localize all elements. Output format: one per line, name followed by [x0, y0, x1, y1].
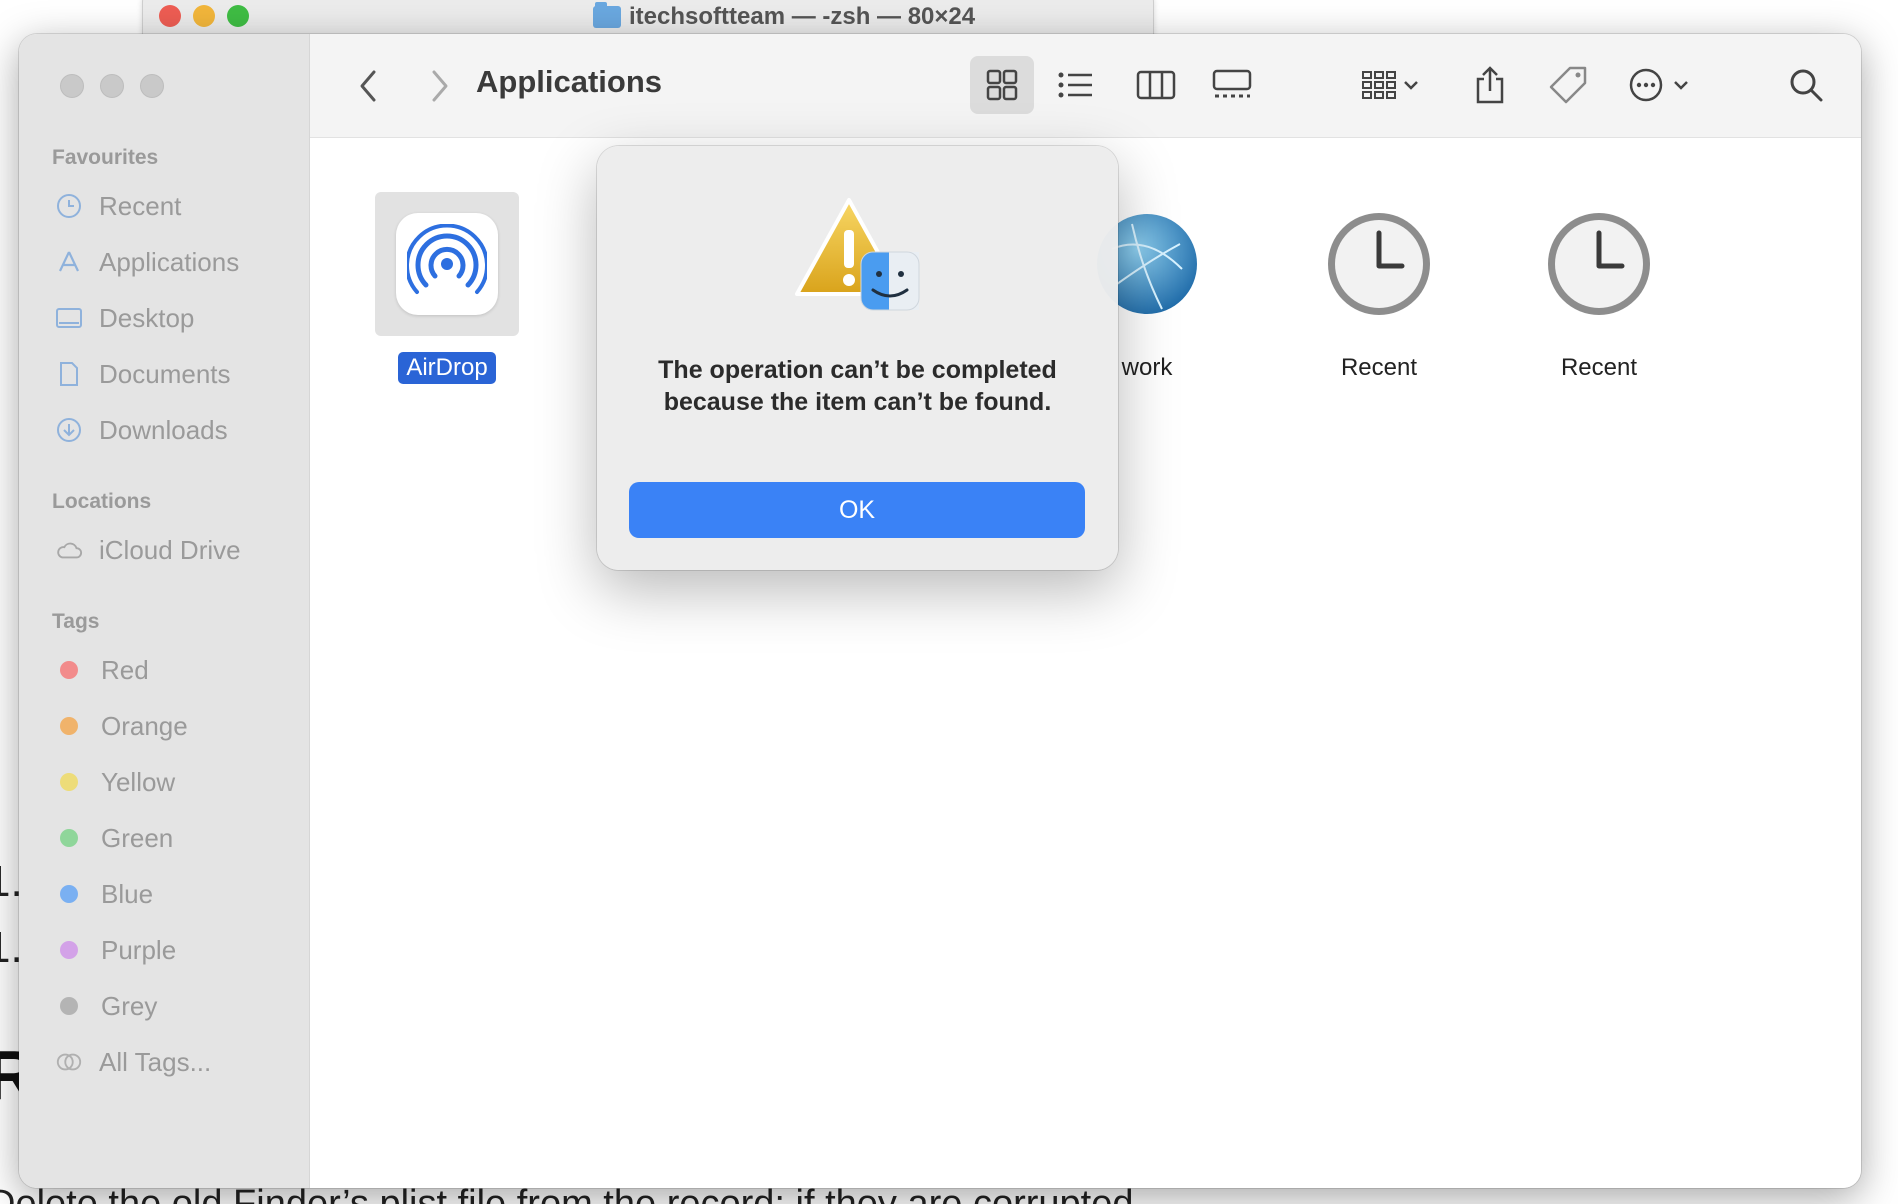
icon-view-button[interactable] [970, 56, 1034, 114]
tag-color-dot [60, 717, 78, 735]
sidebar-section-favourites: Favourites [52, 146, 159, 169]
tag-color-dot [60, 885, 78, 903]
sidebar-tag-purple[interactable]: Purple [55, 930, 295, 970]
cloud-icon [55, 536, 83, 564]
gallery-view-button[interactable] [1200, 56, 1264, 114]
sidebar-item-recent[interactable]: Recent [55, 186, 295, 226]
tags-icon [55, 1048, 83, 1076]
sidebar-item-label: Applications [99, 246, 240, 277]
clock-icon [1519, 192, 1679, 336]
applications-icon [55, 248, 83, 276]
search-button[interactable] [1776, 56, 1836, 114]
download-icon [55, 416, 83, 444]
tag-color-dot [60, 661, 78, 679]
ok-button[interactable]: OK [629, 482, 1085, 538]
file-item-label: AirDrop [398, 352, 496, 384]
close-button[interactable] [60, 74, 84, 98]
terminal-title: itechsoftteam — -zsh — 80×24 [593, 2, 975, 31]
columns-icon [1136, 70, 1176, 100]
file-item-label: Recent [1560, 354, 1638, 381]
sidebar-tag-blue[interactable]: Blue [55, 874, 295, 914]
tag-color-dot [60, 941, 78, 959]
search-icon [1790, 69, 1823, 102]
file-item-recent[interactable]: Recent [1299, 192, 1459, 384]
gallery-icon [1212, 69, 1252, 98]
sidebar-tag-green[interactable]: Green [55, 818, 295, 858]
tag-icon [1549, 66, 1587, 104]
grid-icon [986, 69, 1018, 101]
chevron-right-icon [432, 70, 448, 102]
finder-window: Favourites Recent Applications Desktop D… [19, 34, 1861, 1188]
sidebar-item-all-tags[interactable]: All Tags... [55, 1042, 295, 1082]
sidebar-item-label: Blue [101, 878, 154, 909]
chevron-left-icon [360, 70, 376, 102]
file-item-recent[interactable]: Recent [1519, 192, 1679, 384]
folder-icon [593, 2, 621, 28]
sidebar-item-label: Recent [99, 190, 182, 221]
alert-dialog: The operation can’t be completed because… [597, 146, 1118, 570]
group-icon [1362, 71, 1418, 99]
warning-icon [793, 194, 921, 314]
list-icon [1058, 72, 1092, 98]
clock-icon [55, 192, 83, 220]
sidebar-item-label: Orange [101, 710, 188, 741]
desktop-icon [55, 304, 83, 332]
sidebar-item-label: Documents [99, 358, 231, 389]
forward-button[interactable] [420, 66, 460, 106]
sidebar-section-locations: Locations [52, 490, 152, 513]
sidebar-item-label: Grey [101, 990, 158, 1021]
tag-color-dot [60, 997, 78, 1015]
sidebar-item-documents[interactable]: Documents [55, 354, 295, 394]
sidebar-item-label: Desktop [99, 302, 195, 333]
file-item-label: work [1121, 354, 1173, 381]
zoom-button[interactable] [140, 74, 164, 98]
sidebar-tag-orange[interactable]: Orange [55, 706, 295, 746]
tag-color-dot [60, 773, 78, 791]
tag-color-dot [60, 829, 78, 847]
sidebar-item-icloud-drive[interactable]: iCloud Drive [55, 530, 295, 570]
sidebar-item-downloads[interactable]: Downloads [55, 410, 295, 450]
file-item-airdrop[interactable]: AirDrop [367, 192, 527, 384]
sidebar-item-desktop[interactable]: Desktop [55, 298, 295, 338]
clock-icon [1299, 192, 1459, 336]
group-button[interactable] [1350, 56, 1430, 114]
share-icon [1476, 66, 1504, 104]
action-button[interactable] [1620, 56, 1700, 114]
sidebar-item-label: Downloads [99, 414, 228, 445]
close-button[interactable] [159, 5, 181, 27]
document-icon [55, 360, 83, 388]
minimize-button[interactable] [100, 74, 124, 98]
sidebar-item-label: Red [101, 654, 149, 685]
sidebar-item-label: Yellow [101, 766, 176, 797]
airdrop-selection [375, 192, 519, 336]
sidebar-item-label: Green [101, 822, 174, 853]
list-view-button[interactable] [1044, 56, 1108, 114]
window-title: Applications [476, 64, 663, 99]
toolbar: Applications [310, 34, 1861, 138]
sidebar-item-label: iCloud Drive [99, 534, 241, 565]
sidebar-item-label: Purple [101, 934, 177, 965]
sidebar: Favourites Recent Applications Desktop D… [19, 34, 310, 1188]
sidebar-tag-grey[interactable]: Grey [55, 986, 295, 1026]
more-icon [1629, 68, 1688, 102]
zoom-button[interactable] [227, 5, 249, 27]
sidebar-tag-yellow[interactable]: Yellow [55, 762, 295, 802]
tag-button[interactable] [1540, 56, 1596, 114]
airdrop-icon [396, 213, 498, 315]
dialog-message: The operation can’t be completed because… [658, 356, 1057, 416]
sidebar-item-label: All Tags... [99, 1046, 212, 1077]
file-item-label: Recent [1340, 354, 1418, 381]
share-button[interactable] [1462, 54, 1518, 116]
sidebar-tag-red[interactable]: Red [55, 650, 295, 690]
column-view-button[interactable] [1124, 56, 1188, 114]
back-button[interactable] [348, 66, 388, 106]
minimize-button[interactable] [193, 5, 215, 27]
sidebar-section-tags: Tags [52, 610, 100, 633]
sidebar-item-applications[interactable]: Applications [55, 242, 295, 282]
